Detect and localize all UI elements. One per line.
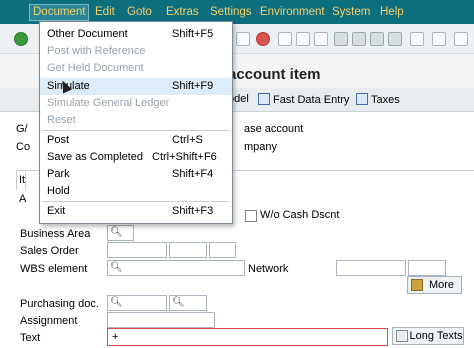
menu-system[interactable]: System <box>332 6 370 19</box>
page-title: account item <box>228 66 321 83</box>
first-page-icon[interactable] <box>334 32 348 46</box>
company-label: Co <box>16 141 31 153</box>
search-icon: 🔍︎ <box>110 227 123 238</box>
info-icon <box>356 93 368 105</box>
tab-label: It <box>19 174 26 186</box>
purchasing-doc-label: Purchasing doc. <box>20 298 99 310</box>
menu-item-park[interactable]: Park Shift+F4 <box>40 166 232 183</box>
wbs-element-label: WBS element <box>20 263 88 275</box>
assignment-label: Assignment <box>20 315 78 327</box>
search-icon: 🔍︎ <box>110 297 123 308</box>
search-icon: 🔍︎ <box>172 297 185 308</box>
wo-cash-discount-label: W/o Cash Dscnt <box>260 209 340 221</box>
wbs-element-input[interactable]: 🔍︎ <box>107 260 245 276</box>
network-label: Network <box>248 263 289 275</box>
wo-cash-discount-checkbox[interactable] <box>245 210 257 222</box>
menu-item-hold[interactable]: Hold <box>40 183 232 200</box>
menu-item-other-document[interactable]: Other Document Shift+F5 <box>40 26 232 43</box>
assignment-input[interactable] <box>107 312 215 328</box>
menu-document[interactable]: Document <box>28 4 90 21</box>
menu-extras[interactable]: Extras <box>166 6 199 19</box>
long-text-icon <box>396 330 408 342</box>
fast-entry-icon <box>258 93 270 105</box>
gl-account-text: ase account <box>244 123 304 135</box>
menu-environment[interactable]: Environment <box>260 6 325 19</box>
long-texts-label: Long Texts <box>409 330 463 342</box>
menu-item-reset: Reset <box>47 114 76 126</box>
text-input-value: + <box>112 331 119 343</box>
help-icon[interactable] <box>454 32 468 46</box>
business-area-label: Business Area <box>20 228 91 240</box>
network-input[interactable] <box>336 260 406 276</box>
company-text: mpany <box>244 141 278 153</box>
menu-item-save-as-completed[interactable]: Save as Completed Ctrl+Shift+F6 <box>40 149 232 166</box>
purchasing-doc-input[interactable]: 🔍︎ <box>107 295 167 311</box>
sales-order-label: Sales Order <box>20 245 79 257</box>
last-page-icon[interactable] <box>388 32 402 46</box>
menu-item-simulate[interactable]: Simulate Shift+F9 <box>40 78 232 95</box>
menu-item-exit[interactable]: Exit Shift+F3 <box>40 203 232 220</box>
menu-item-get-held-document: Get Held Document <box>47 62 144 74</box>
menu-item-post[interactable]: Post Ctrl+S <box>40 132 232 149</box>
text-input[interactable]: + <box>107 328 388 346</box>
taxes-button[interactable]: Taxes <box>356 93 400 106</box>
network-activity-input[interactable] <box>408 260 446 276</box>
menu-goto[interactable]: Goto <box>127 6 152 19</box>
menu-settings[interactable]: Settings <box>210 6 252 19</box>
search-icon: 🔍︎ <box>110 262 123 273</box>
cancel-icon[interactable] <box>256 32 270 46</box>
new-session-icon[interactable] <box>410 32 424 46</box>
long-texts-button[interactable]: Long Texts <box>392 327 464 345</box>
text-label: Text <box>20 332 41 344</box>
menu-item-simulate-general-ledger: Simulate General Ledger <box>47 97 170 109</box>
back-icon[interactable] <box>236 32 250 46</box>
more-button[interactable]: More <box>407 276 462 294</box>
more-icon <box>411 279 423 291</box>
find-icon[interactable] <box>296 32 310 46</box>
taxes-label: Taxes <box>371 94 400 106</box>
purchasing-item-input[interactable]: 🔍︎ <box>169 295 207 311</box>
sales-order-schedule-input[interactable] <box>209 242 236 258</box>
menu-help[interactable]: Help <box>380 6 404 19</box>
confirm-icon[interactable] <box>14 32 28 46</box>
menu-separator <box>43 130 229 131</box>
menu-separator <box>43 201 229 202</box>
amount-label: A <box>19 193 27 205</box>
sales-order-input[interactable] <box>107 242 167 258</box>
shortcut-icon[interactable] <box>432 32 446 46</box>
fast-data-entry-button[interactable]: Fast Data Entry <box>258 93 349 106</box>
gl-label: G/ <box>16 123 28 135</box>
more-label: More <box>428 279 455 291</box>
find-next-icon[interactable] <box>314 32 328 46</box>
print-icon[interactable] <box>278 32 292 46</box>
document-menu-dropdown: Other Document Shift+F5 Post with Referen… <box>39 21 233 224</box>
sales-order-item-input[interactable] <box>169 242 207 258</box>
menu-edit[interactable]: Edit <box>95 6 115 19</box>
prev-page-icon[interactable] <box>352 32 366 46</box>
next-page-icon[interactable] <box>370 32 384 46</box>
menu-item-post-with-reference: Post with Reference <box>47 45 146 57</box>
fast-data-entry-label: Fast Data Entry <box>273 94 350 106</box>
business-area-input[interactable]: 🔍︎ <box>107 225 134 241</box>
